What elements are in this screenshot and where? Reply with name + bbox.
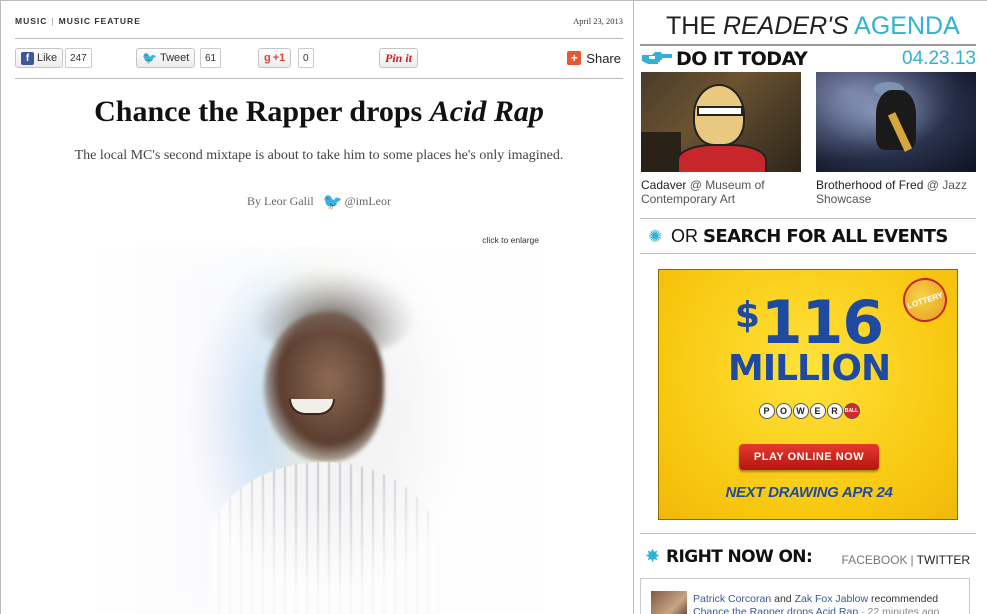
click-to-enlarge-link[interactable]: click to enlarge: [482, 235, 539, 245]
event-thumbnail-brotherhood-of-fred[interactable]: [816, 72, 976, 172]
tweet-count: 61: [200, 48, 222, 68]
play-online-now-button[interactable]: PLAY ONLINE NOW: [739, 444, 879, 470]
powerball-ball: R: [826, 403, 843, 419]
pinterest-button[interactable]: Pin it: [379, 48, 419, 68]
powerball-ball: W: [792, 403, 809, 419]
readers-agenda-title[interactable]: THE READER'S AGENDA: [666, 12, 960, 41]
powerball-ball: P: [758, 403, 775, 419]
agenda-date: 04.23.13: [902, 48, 976, 69]
right-now-on-header: ✸ RIGHT NOW ON: FACEBOOK | TWITTER: [640, 546, 976, 570]
event-caption: Brotherhood of Fred @ Jazz Showcase: [816, 178, 976, 206]
breadcrumb-subsection[interactable]: MUSIC FEATURE: [59, 16, 141, 26]
divider: [15, 78, 623, 79]
google-plus-button[interactable]: g +1: [258, 48, 292, 68]
article-date: April 23, 2013: [573, 16, 623, 26]
like-count: 247: [65, 48, 92, 68]
powerball-ball: E: [809, 403, 826, 419]
cartoon-background: [641, 132, 681, 172]
headline-text: Chance the Rapper drops: [94, 95, 430, 128]
sidebar: THE READER'S AGENDA DO IT TODAY 04.23.13…: [640, 0, 976, 614]
google-plus-icon: g: [264, 52, 271, 64]
event-caption: Cadaver @ Museum of Contemporary Art: [641, 178, 801, 206]
gear-icon: ✺: [648, 227, 663, 246]
breadcrumb: MUSIC | MUSIC FEATURE: [15, 16, 141, 26]
event-thumbnail-cadaver[interactable]: [641, 72, 801, 172]
divider: [640, 44, 976, 46]
do-it-today-label: DO IT TODAY: [676, 48, 808, 70]
powerball-ball: O: [775, 403, 792, 419]
feed-user-link[interactable]: Patrick Corcoran: [693, 593, 771, 605]
divider: [15, 38, 623, 39]
column-divider: [633, 0, 634, 614]
feed-timestamp: · 22 minutes ago: [858, 606, 940, 614]
share-label: Share: [586, 50, 621, 66]
do-it-today-header: DO IT TODAY 04.23.13: [640, 48, 976, 70]
tab-twitter[interactable]: TWITTER: [917, 553, 970, 567]
pin-it-label: Pin it: [385, 50, 413, 65]
facebook-like-button[interactable]: f Like: [15, 48, 64, 68]
cartoon-shirt: [677, 144, 767, 172]
divider: [640, 533, 976, 534]
feed-and: and: [771, 593, 795, 605]
tab-separator: |: [910, 553, 914, 567]
breadcrumb-separator: |: [51, 16, 55, 26]
cartoon-glasses: [697, 106, 743, 116]
like-label: Like: [37, 52, 58, 64]
pointing-hand-icon: [642, 52, 672, 64]
or-label: OR: [671, 226, 704, 246]
divider: [640, 253, 976, 254]
right-now-label: RIGHT NOW ON:: [666, 547, 813, 567]
agenda-the: THE: [666, 12, 723, 40]
avatar[interactable]: [651, 591, 687, 614]
feed-item-text: Patrick Corcoran and Zak Fox Jablow reco…: [693, 593, 939, 614]
gplus-count: 0: [298, 48, 314, 68]
author-twitter-handle[interactable]: @imLeor: [345, 194, 391, 208]
article-photo[interactable]: [99, 247, 539, 614]
powerball-red-ball: BALL: [843, 403, 860, 419]
tweet-label: Tweet: [159, 52, 190, 64]
tweet-button[interactable]: 🐦 Tweet: [136, 48, 196, 68]
powerball-ad[interactable]: LOTTERY $116 MILLION P O W E R BALL PLAY…: [658, 269, 958, 520]
photo-vignette: [99, 247, 539, 614]
author-link[interactable]: By Leor Galil: [247, 194, 314, 208]
plus-one-label: +1: [272, 52, 286, 64]
agenda-readers: READER'S: [722, 12, 849, 40]
dollar-sign: $: [734, 295, 760, 336]
event-title-link[interactable]: Cadaver: [641, 178, 686, 192]
article-headline: Chance the Rapper drops Acid Rap: [15, 95, 623, 129]
facebook-activity-feed: Patrick Corcoran and Zak Fox Jablow reco…: [640, 578, 970, 614]
search-label: SEARCH FOR ALL EVENTS: [703, 226, 948, 247]
breadcrumb-section[interactable]: MUSIC: [15, 16, 47, 26]
twitter-bird-icon: 🐦: [142, 51, 157, 65]
tab-facebook[interactable]: FACEBOOK: [842, 553, 908, 567]
social-tabs: FACEBOOK | TWITTER: [842, 553, 970, 567]
headline-italic-title: Acid Rap: [429, 95, 544, 128]
twitter-bird-icon: 🐦: [322, 194, 343, 211]
byline: By Leor Galil 🐦 @imLeor: [15, 192, 623, 212]
feed-article-link[interactable]: Chance the Rapper drops Acid Rap: [693, 606, 858, 614]
jackpot-unit: MILLION: [727, 348, 891, 389]
feed-user-link[interactable]: Zak Fox Jablow: [795, 593, 869, 605]
feed-action: recommended: [868, 593, 939, 605]
share-toolbar: f Like 247 🐦 Tweet 61 g +1 0 Pin it + Sh…: [15, 48, 623, 70]
search-all-events-link[interactable]: ✺ OR SEARCH FOR ALL EVENTS: [640, 226, 976, 248]
next-drawing-text: NEXT DRAWING APR 24: [725, 484, 893, 501]
agenda-word: AGENDA: [848, 12, 960, 40]
article-column: MUSIC | MUSIC FEATURE April 23, 2013 f Lik…: [15, 0, 623, 614]
divider: [640, 218, 976, 219]
share-plus-icon: +: [567, 51, 582, 65]
event-title-link[interactable]: Brotherhood of Fred: [816, 178, 923, 192]
facebook-icon: f: [21, 51, 34, 65]
share-button[interactable]: + Share: [567, 48, 621, 68]
search-all-events-text: OR SEARCH FOR ALL EVENTS: [671, 226, 948, 247]
article-dek: The local MC's second mixtape is about t…: [74, 148, 564, 163]
powerball-logo: P O W E R BALL: [659, 403, 959, 419]
starburst-icon: ✸: [645, 546, 661, 566]
